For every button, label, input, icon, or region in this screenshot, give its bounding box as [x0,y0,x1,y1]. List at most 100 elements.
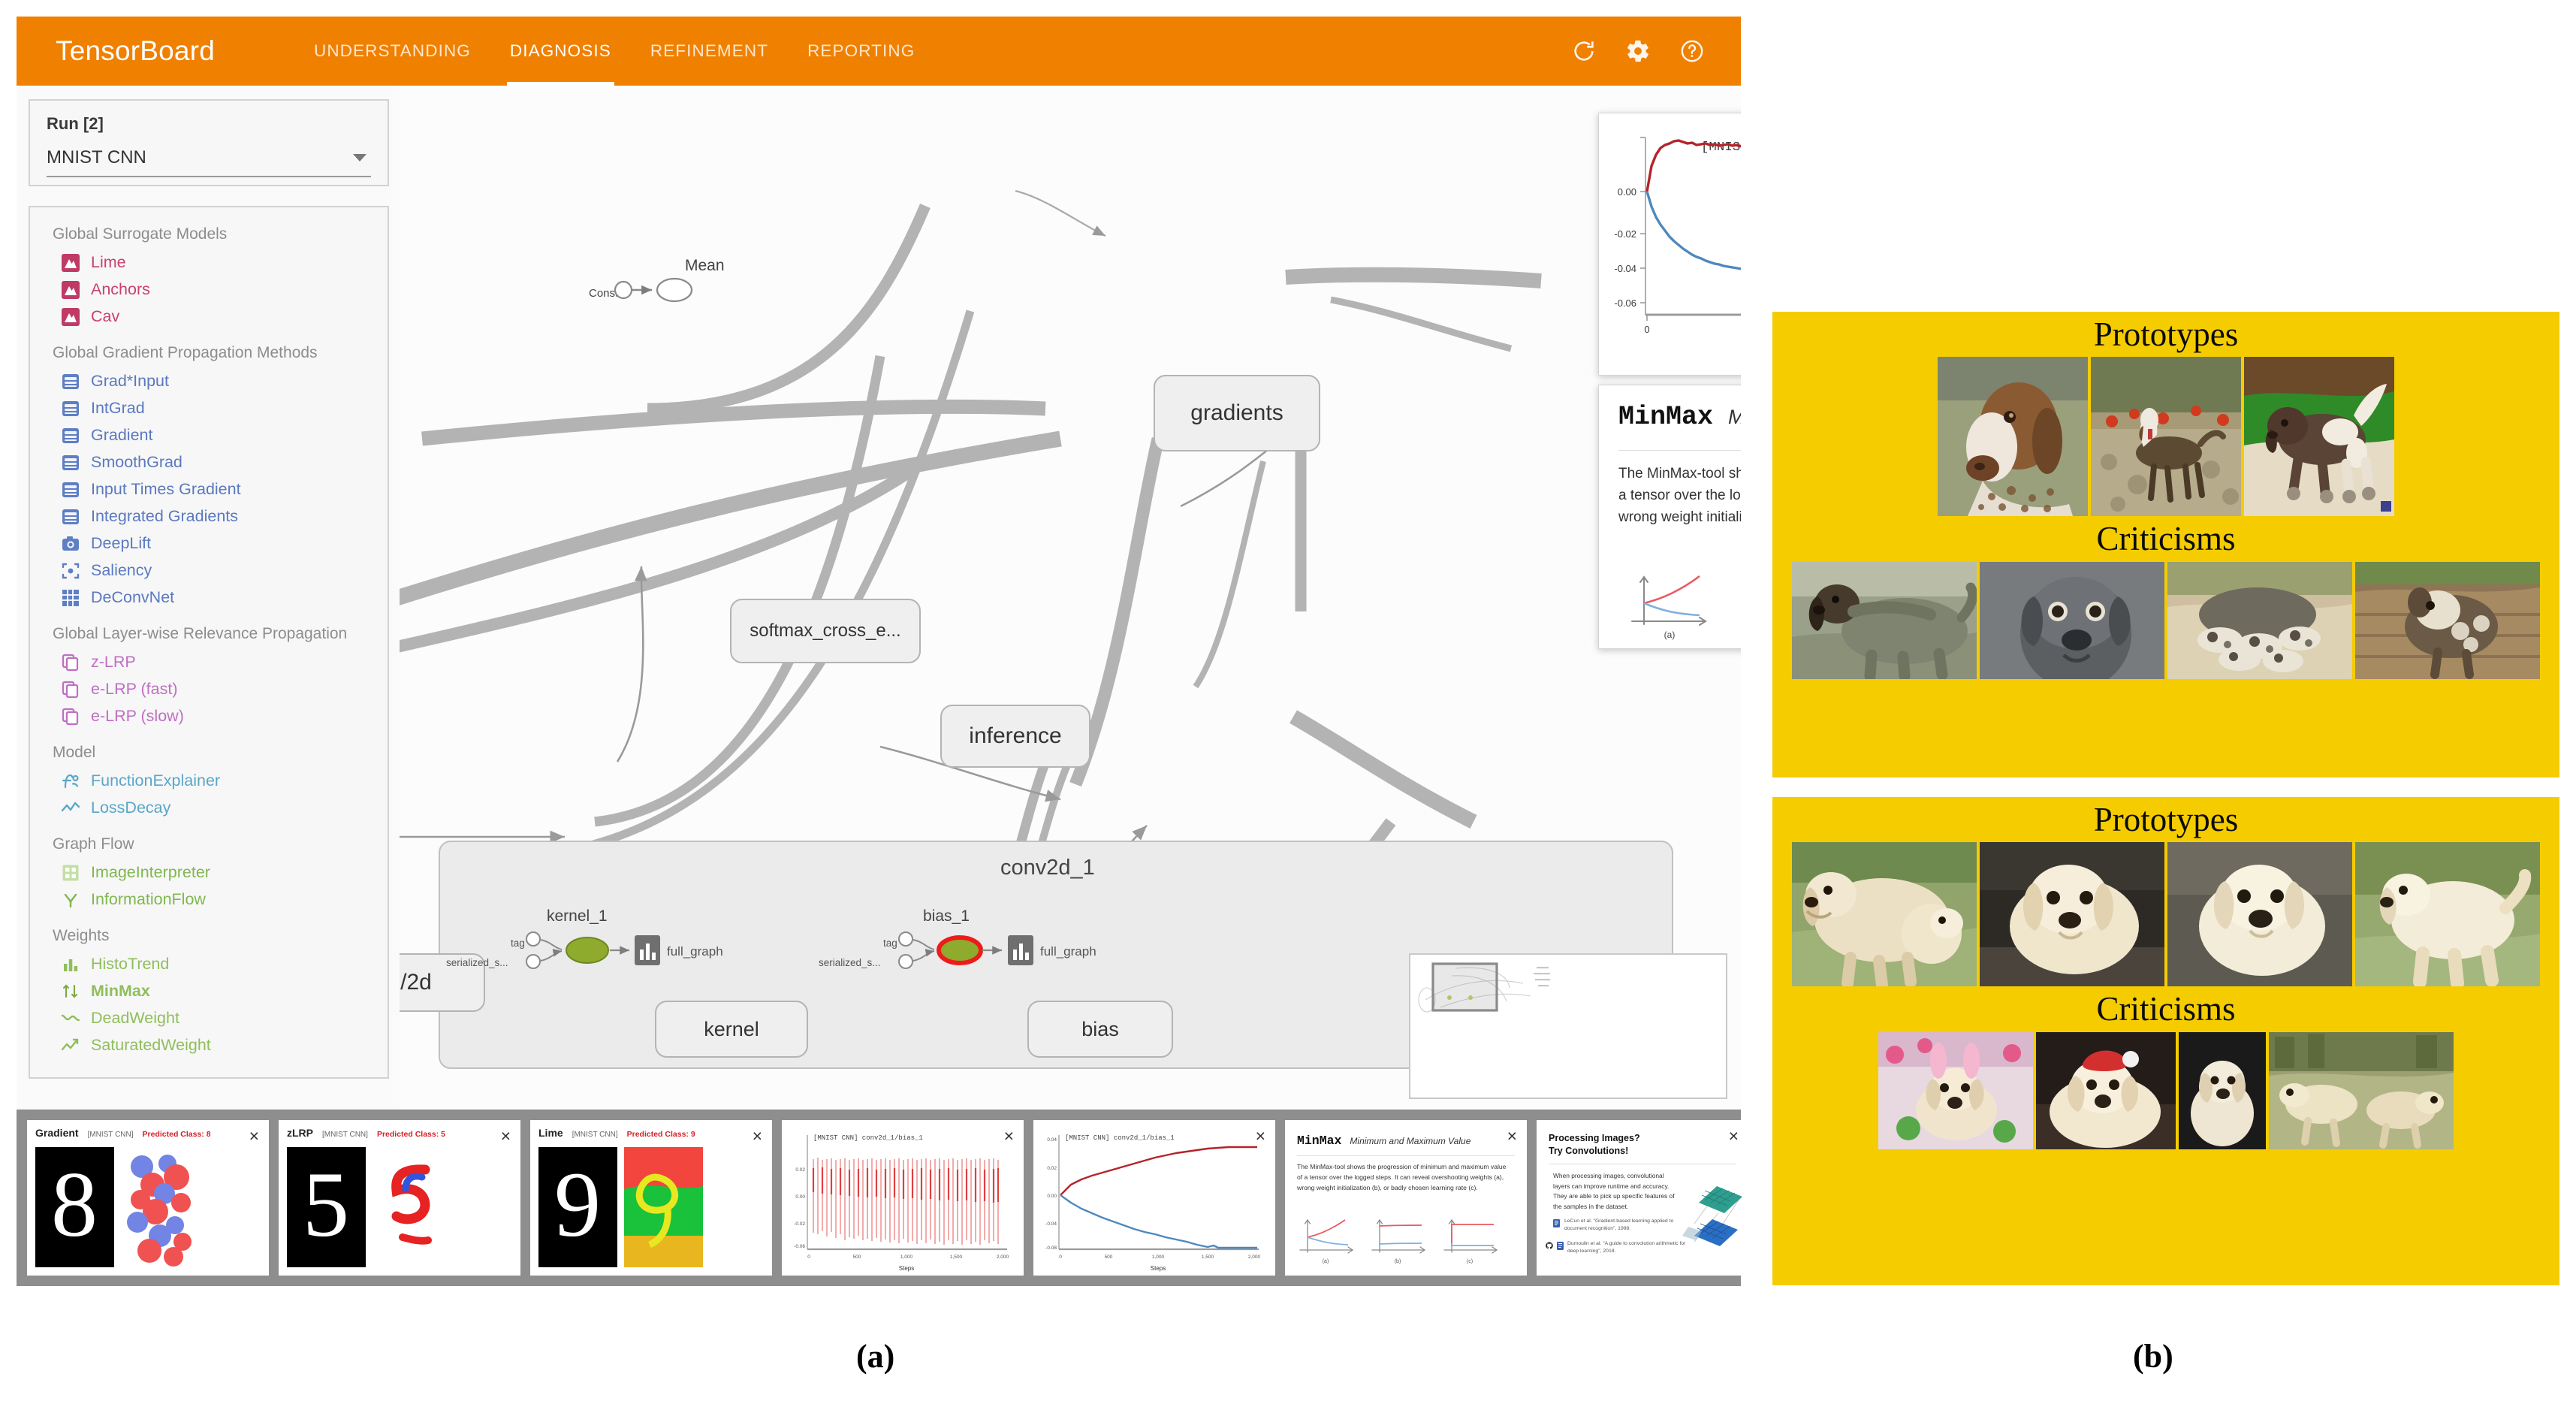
dog-photo [1792,561,1977,679]
bars-icon [1008,935,1033,965]
function-icon [60,771,80,792]
tool-functionexplainer[interactable]: FunctionExplainer [30,768,388,795]
tool-saliency[interactable]: Saliency [30,557,388,584]
tool-integrated-gradients[interactable]: Integrated Gradients [30,503,388,530]
tool-label: HistoTrend [91,955,170,974]
tool-smoothgrad[interactable]: SmoothGrad [30,449,388,476]
svg-text:0.00: 0.00 [1618,186,1636,198]
gear-icon[interactable] [1625,38,1651,64]
graph-cluster-label: conv2d_1 [1000,856,1095,880]
trend-down-icon [60,799,80,819]
thumb-chart-xlabel: Steps [899,1265,914,1272]
tool-cav[interactable]: Cav [30,303,388,331]
tool-informationflow[interactable]: InformationFlow [30,886,388,913]
graph-node-bias[interactable]: bias [1027,1001,1173,1058]
prototypes-criticisms-figure: Prototypes Criticisms Prototypes Critici… [1772,312,2559,1286]
dog-photo [2167,842,2352,987]
info-card-name: MinMax [1618,402,1714,432]
stack-icon [60,680,80,700]
wave-up-icon [60,1036,80,1056]
tool-label: Anchors [91,280,150,299]
thumb-tip-card[interactable]: × Processing Images? Try Convolutions! W… [1537,1120,1748,1276]
thumb-title: Gradient [35,1127,79,1139]
run-select[interactable]: MNIST CNN [47,147,371,177]
thumb-minmax-info[interactable]: × MinMax Minimum and Maximum Value The M… [1285,1120,1527,1276]
tool-z-lrp[interactable]: z-LRP [30,649,388,676]
tool-e-lrp-fast[interactable]: e-LRP (fast) [30,676,388,703]
thumb-images: 9 [538,1147,703,1267]
graph-node-label: kernel [704,1017,759,1040]
dog-photo [2244,357,2394,517]
tool-saturatedweight[interactable]: SaturatedWeight [30,1032,388,1059]
run-select-value: MNIST CNN [47,147,146,168]
tip-reference-text: Dumoulin et al. "A guide to convolution … [1567,1241,1686,1255]
spark-label-a: (a) [1323,1259,1329,1264]
minmax-chart-card[interactable]: [MNIST CNN] conv2d_1/bias_1 0.00 [1598,113,1741,376]
tool-gradient[interactable]: Gradient [30,422,388,449]
tab-diagnosis[interactable]: DIAGNOSIS [490,17,631,86]
thumb-prediction: Predicted Class: 5 [376,1130,445,1139]
tip-reference-text: LeCun et al. "Gradient-based learning ap… [1564,1218,1674,1232]
tip-reference-row[interactable]: Dumoulin et al. "A guide to convolution … [1546,1240,1687,1255]
tab-reporting[interactable]: REPORTING [788,17,934,86]
thumb-zlrp[interactable]: zLRP [MNIST CNN] Predicted Class: 5 × 5 [279,1120,520,1276]
tool-label: FunctionExplainer [91,771,221,790]
close-icon[interactable]: × [753,1128,762,1145]
tool-input-times-gradient[interactable]: Input Times Gradient [30,476,388,503]
spark-label-b: (b) [1395,1259,1401,1264]
tool-label: Saliency [91,561,152,580]
graph-canvas[interactable]: conv2d_1 /2d gradients inference softmax… [400,86,1741,1110]
spark-label-a: (a) [1664,630,1676,640]
thumbnail-strip[interactable]: Gradient [MNIST CNN] Predicted Class: 8 … [17,1110,1748,1286]
tool-label: DeConvNet [91,588,175,607]
tip-reference-row[interactable]: LeCun et al. "Gradient-based learning ap… [1553,1218,1687,1233]
tool-anchors[interactable]: Anchors [30,276,388,303]
tool-label: SmoothGrad [91,453,182,472]
tool-deeplift[interactable]: DeepLift [30,530,388,557]
info-card-body: The MinMax-tool shows the progression of… [1618,466,1741,525]
thumb-gradient[interactable]: Gradient [MNIST CNN] Predicted Class: 8 … [27,1120,269,1276]
close-icon[interactable]: × [1004,1128,1014,1145]
tool-imageinterpreter[interactable]: ImageInterpreter [30,859,388,886]
thumb-histotrend-chart[interactable]: × [MNIST CNN] conv2d_1/bias_1 0.02 0.00 … [782,1120,1024,1276]
tool-lime[interactable]: Lime [30,249,388,276]
tool-intgrad[interactable]: IntGrad [30,395,388,422]
tool-deadweight[interactable]: DeadWeight [30,1005,388,1032]
group-title-gradient: Global Gradient Propagation Methods [53,344,318,361]
tool-deconvnet[interactable]: DeConvNet [30,584,388,611]
tool-histotrend[interactable]: HistoTrend [30,951,388,978]
graph-node-gradients[interactable]: gradients [1154,375,1320,451]
svg-text:9: 9 [554,1153,601,1256]
svg-text:1,500: 1,500 [1202,1255,1214,1260]
graph-minimap[interactable] [1409,953,1727,1099]
svg-text:8: 8 [51,1153,98,1256]
svg-text:0: 0 [807,1255,810,1260]
group-title-surrogate: Global Surrogate Models [53,225,228,243]
histogram-chart: [MNIST CNN] conv2d_1/bias_1 0.020.00 -0.… [794,1134,1009,1272]
graph-node-softmax-cross-entropy[interactable]: softmax_cross_e... [730,599,921,663]
close-icon[interactable]: × [501,1128,511,1145]
close-icon[interactable]: × [1729,1128,1739,1145]
focus-icon [60,561,80,581]
tab-understanding[interactable]: UNDERSTANDING [294,17,490,86]
graph-node-inference[interactable]: inference [940,705,1090,768]
close-icon[interactable]: × [1256,1128,1265,1145]
thumb-minmax-chart[interactable]: × [MNIST CNN] conv2d_1/bias_1 0.04 0.02 0… [1033,1120,1275,1276]
tool-lossdecay[interactable]: LossDecay [30,795,388,822]
graph-node-kernel[interactable]: kernel [655,1001,808,1058]
thumb-chart-xlabel: Steps [1151,1265,1166,1272]
tab-refinement[interactable]: REFINEMENT [631,17,788,86]
close-icon[interactable]: × [1507,1128,1517,1145]
tool-grad-input[interactable]: Grad*Input [30,368,388,395]
refresh-icon[interactable] [1571,38,1597,64]
thumb-lime[interactable]: Lime [MNIST CNN] Predicted Class: 9 × 9 [530,1120,772,1276]
tool-minmax[interactable]: MinMax [30,978,388,1005]
close-icon[interactable]: × [249,1128,259,1145]
svg-text:-0.02: -0.02 [1614,228,1636,240]
thumb-run: [MNIST CNN] [572,1131,618,1139]
tool-e-lrp-slow[interactable]: e-LRP (slow) [30,703,388,730]
thumb-info-body: The MinMax-tool shows the progression of… [1297,1163,1507,1191]
tool-label: Cav [91,307,120,326]
minmax-info-card[interactable]: MinMax Minimum and Maximum Value The Min… [1598,385,1741,649]
help-icon[interactable] [1679,38,1705,64]
